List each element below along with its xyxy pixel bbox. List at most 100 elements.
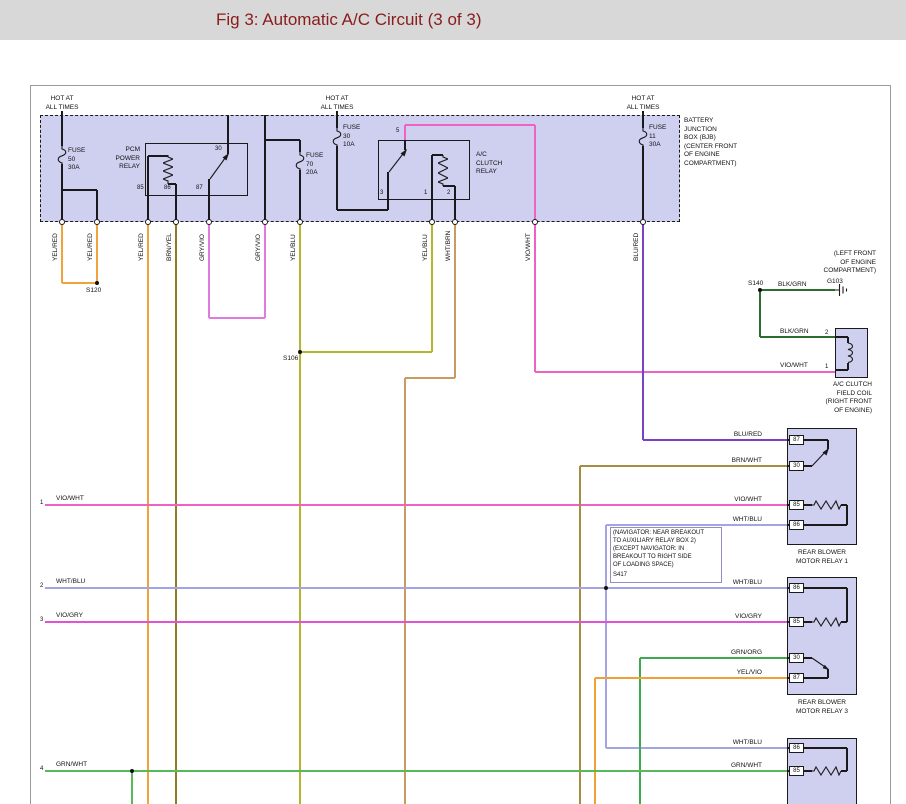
wire-yr (147, 222, 149, 804)
wire-label-yel-red-1: YEL/RED (52, 233, 61, 261)
connector-port (206, 219, 212, 225)
wire-gw (45, 770, 787, 772)
line4-number: 4 (40, 766, 43, 774)
wire-gv (209, 317, 265, 319)
wire-vw (534, 125, 536, 372)
wire-label-yel-red-3: YEL/RED (138, 233, 147, 261)
header-bar: Fig 3: Automatic A/C Circuit (3 of 3) (0, 0, 906, 40)
vio-gry-wire-label-r3: VIO/GRY (712, 613, 762, 622)
wire-go (639, 658, 641, 804)
connector-port (173, 219, 179, 225)
wire-bg (759, 290, 761, 337)
relay-pin-box-87: 87 (789, 673, 804, 683)
pcm-pin-86: 86 (164, 185, 171, 193)
blk-grn-label-2: BLK/GRN (780, 328, 809, 337)
wire-label-yel-blu-1: YEL/BLU (290, 234, 299, 261)
pcm-pin-87: 87 (196, 185, 203, 193)
fuse-11-label: FUSE 11 30A (649, 124, 666, 150)
connector-port (429, 219, 435, 225)
note-text: (NAVIGATOR: NEAR BREAKOUT TO AUXILIARY R… (613, 530, 704, 570)
line3-number: 3 (40, 617, 43, 625)
vio-wht-wire-label-r1: VIO/WHT (712, 496, 762, 505)
relay-pin-box-86: 86 (789, 583, 804, 593)
wire-by (175, 222, 177, 804)
field-coil-winding-icon (843, 342, 855, 364)
hot-label-1: HOT AT ALL TIMES (42, 95, 82, 112)
wire-bk (265, 139, 300, 140)
wire-label-brn-yel: BRN/YEL (166, 233, 175, 261)
line2-wire-label: WHT/BLU (56, 578, 85, 587)
relay-pin-box-30: 30 (789, 461, 804, 471)
wire-bk (642, 146, 643, 222)
s106-label: S106 (283, 355, 298, 364)
line3-wire-label: VIO/GRY (56, 612, 83, 621)
relay1-coil-resistor-icon (812, 500, 841, 510)
connector-port (59, 219, 65, 225)
wire-bk (61, 111, 62, 146)
wire-bk (227, 115, 228, 154)
wire-yv (594, 678, 596, 804)
pcm-pin-30: 30 (215, 146, 222, 154)
splice-dot (758, 288, 762, 292)
wire-bk (62, 189, 97, 190)
fuse-30-icon (331, 127, 343, 147)
wht-blu-wire-label-r4: WHT/BLU (712, 739, 762, 748)
wire-gv (264, 222, 266, 318)
brn-wht-wire-label: BRN/WHT (712, 457, 762, 466)
wire-bk (846, 748, 847, 771)
hot-label-3: HOT AT ALL TIMES (623, 95, 663, 112)
fuse-30-label: FUSE 30 10A (343, 124, 360, 150)
line1-number: 1 (40, 500, 43, 508)
wire-bk (454, 186, 455, 222)
wire-bw (579, 466, 581, 804)
wire-vg (45, 621, 787, 623)
ac-coil-resistor-icon (438, 155, 448, 186)
relay1-name: REAR BLOWER MOTOR RELAY 1 (780, 549, 864, 566)
ac-pin-2: 2 (447, 190, 450, 198)
wire-yr (61, 222, 63, 283)
wire-bk (337, 209, 388, 210)
relay-pin-box-86: 86 (789, 743, 804, 753)
splice-dot (298, 350, 302, 354)
relay-pin-box-85: 85 (789, 766, 804, 776)
coil-pin-2: 2 (825, 330, 828, 338)
fuse-70-label: FUSE 70 20A (306, 152, 323, 178)
relay-pin-box-86: 86 (789, 520, 804, 530)
ac-switch-arrow-icon (386, 148, 408, 174)
figure-title: Fig 3: Automatic A/C Circuit (3 of 3) (216, 10, 481, 30)
wire-wb (454, 222, 456, 378)
wire-gv (208, 222, 210, 318)
wht-blu-wire-label-r1: WHT/BLU (712, 516, 762, 525)
s120-label: S120 (86, 287, 101, 296)
relay4-coil-resistor-icon (812, 766, 841, 776)
wire-bk (431, 155, 432, 222)
blk-grn-label-1: BLK/GRN (778, 281, 807, 290)
wire-bk (96, 190, 97, 222)
splice-dot (604, 586, 608, 590)
wire-label-gry-vio-2: GRY/VIO (255, 234, 264, 261)
wire-bk (61, 164, 62, 222)
wire-label-gry-vio-1: GRY/VIO (199, 234, 208, 261)
wire-label-vio-wht: VIO/WHT (525, 233, 534, 261)
line1-wire-label: VIO/WHT (56, 495, 84, 504)
relay-pin-box-87: 87 (789, 435, 804, 445)
ac-pin-1: 1 (424, 190, 427, 198)
connector-port (640, 219, 646, 225)
wire-yb (431, 222, 433, 352)
relay3-name: REAR BLOWER MOTOR RELAY 3 (780, 699, 864, 716)
relay3-switch-arrow-icon (810, 656, 830, 671)
connector-port (94, 219, 100, 225)
wire-bk (175, 184, 176, 222)
relay-pin-box-85: 85 (789, 617, 804, 627)
wire-label-yel-red-2: YEL/RED (87, 233, 96, 261)
wire-bk (336, 146, 337, 210)
fuse-70-icon (294, 151, 306, 171)
s140-label: S140 (748, 280, 763, 289)
wire-wbl (605, 525, 607, 748)
wire-bk (336, 111, 337, 128)
wire-yr (96, 222, 98, 283)
left-front-label: (LEFT FRONT OF ENGINE COMPARTMENT) (806, 250, 876, 276)
pcm-coil-resistor-icon (163, 155, 173, 184)
wht-blu-wire-label-r3: WHT/BLU (712, 579, 762, 588)
relay3-coil-resistor-icon (812, 617, 841, 627)
